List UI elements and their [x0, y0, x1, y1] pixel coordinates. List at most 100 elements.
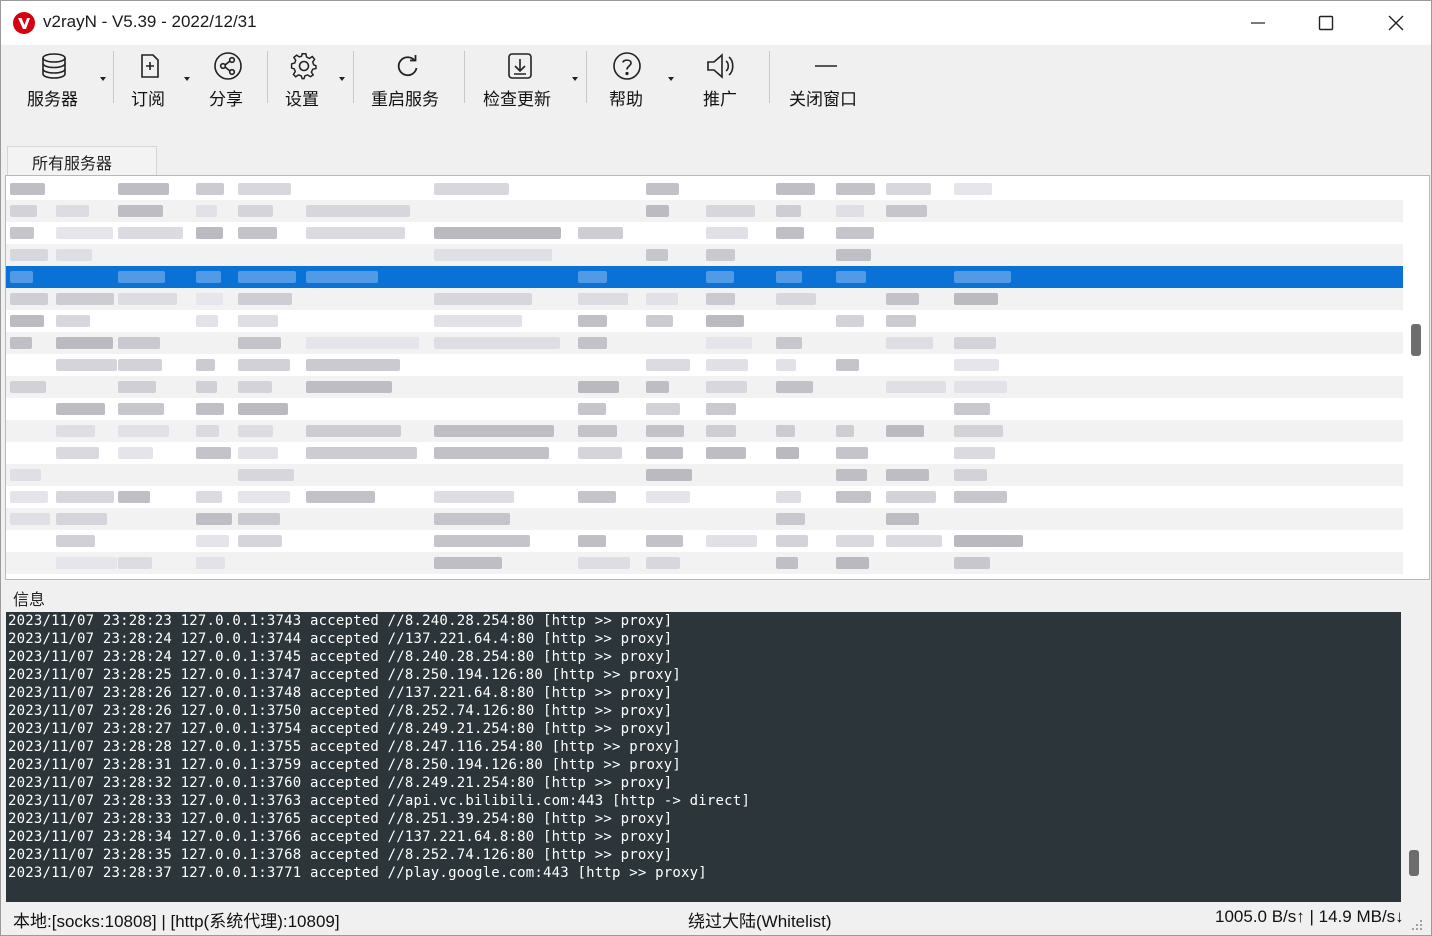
speaker-icon [707, 53, 734, 79]
obscured-cell [706, 205, 755, 217]
server-list[interactable] [5, 175, 1430, 580]
obscured-cell [886, 425, 924, 437]
obscured-cell [238, 315, 278, 327]
server-row[interactable] [6, 288, 1403, 310]
close-icon [1388, 15, 1404, 31]
obscured-cell [434, 315, 522, 327]
obscured-cell [776, 425, 795, 437]
promotion-label: 推广 [703, 90, 737, 110]
obscured-cell [238, 205, 273, 217]
obscured-cell [196, 271, 221, 283]
obscured-cell [836, 425, 854, 437]
obscured-cell [954, 469, 987, 481]
server-row[interactable] [6, 442, 1403, 464]
close-window-button[interactable]: 关闭窗口 [783, 49, 869, 111]
promotion-button[interactable]: 推广 [697, 49, 757, 111]
toolbar-separator [769, 51, 770, 103]
obscured-cell [56, 557, 117, 569]
log-line: 2023/11/07 23:28:33 127.0.0.1:3765 accep… [8, 811, 673, 827]
chevron-down-icon[interactable] [100, 77, 106, 81]
obscured-cell [238, 513, 280, 525]
obscured-cell [776, 271, 802, 283]
share-label: 分享 [209, 90, 243, 110]
obscured-cell [10, 293, 48, 305]
settings-button[interactable]: 设置 [279, 49, 349, 111]
toolbar-separator [464, 51, 465, 103]
chevron-down-icon[interactable] [339, 77, 345, 81]
log-line: 2023/11/07 23:28:24 127.0.0.1:3745 accep… [8, 649, 673, 665]
log-scrollbar-thumb[interactable] [1409, 850, 1419, 876]
restart-service-label: 重启服务 [371, 90, 439, 110]
obscured-cell [954, 557, 990, 569]
check-update-button[interactable]: 检查更新 [477, 49, 583, 111]
title-bar[interactable]: v2rayN - V5.39 - 2022/12/31 [1, 1, 1431, 45]
server-row[interactable] [6, 552, 1403, 574]
tab-all-servers[interactable]: 所有服务器 [7, 146, 157, 177]
obscured-cell [56, 293, 114, 305]
obscured-cell [306, 381, 392, 393]
server-row[interactable] [6, 200, 1403, 222]
server-row[interactable] [6, 178, 1403, 200]
chevron-down-icon[interactable] [572, 77, 578, 81]
server-row[interactable] [6, 464, 1403, 486]
obscured-cell [646, 249, 668, 261]
obscured-cell [118, 557, 152, 569]
server-row[interactable] [6, 376, 1403, 398]
restart-service-button[interactable]: 重启服务 [365, 49, 455, 111]
servers-button[interactable]: 服务器 [21, 49, 113, 111]
obscured-cell [836, 535, 874, 547]
obscured-cell [306, 447, 417, 459]
minimize-button[interactable] [1223, 1, 1293, 45]
server-row[interactable] [6, 508, 1403, 530]
obscured-cell [118, 425, 169, 437]
server-row[interactable] [6, 486, 1403, 508]
resize-grip-icon[interactable] [1411, 919, 1423, 931]
log-console[interactable]: 2023/11/07 23:28:23 127.0.0.1:3743 accep… [6, 612, 1401, 902]
close-button[interactable] [1361, 1, 1431, 45]
server-row[interactable] [6, 398, 1403, 420]
obscured-cell [776, 381, 813, 393]
subscribe-icon [141, 54, 159, 78]
server-list-scrollbar[interactable] [1411, 324, 1421, 356]
server-row[interactable] [6, 310, 1403, 332]
obscured-cell [836, 205, 864, 217]
obscured-cell [434, 425, 554, 437]
obscured-cell [836, 249, 871, 261]
subscribe-button[interactable]: 订阅 [125, 49, 195, 111]
chevron-down-icon[interactable] [184, 77, 190, 81]
obscured-cell [954, 381, 1007, 393]
obscured-cell [776, 337, 802, 349]
obscured-cell [10, 183, 45, 195]
obscured-cell [836, 271, 866, 283]
help-button[interactable]: 帮助 [603, 49, 679, 111]
server-row-selected[interactable] [6, 266, 1403, 288]
server-row[interactable] [6, 244, 1403, 266]
log-line: 2023/11/07 23:28:27 127.0.0.1:3754 accep… [8, 721, 673, 737]
obscured-cell [56, 227, 113, 239]
obscured-cell [434, 491, 514, 503]
server-row[interactable] [6, 332, 1403, 354]
obscured-cell [306, 271, 378, 283]
server-row[interactable] [6, 420, 1403, 442]
minus-icon [815, 65, 837, 67]
chevron-down-icon[interactable] [668, 77, 674, 81]
server-row[interactable] [6, 354, 1403, 376]
obscured-cell [954, 293, 998, 305]
obscured-cell [954, 447, 995, 459]
obscured-cell [238, 425, 273, 437]
obscured-cell [706, 381, 747, 393]
obscured-cell [646, 403, 680, 415]
obscured-cell [434, 293, 532, 305]
share-button[interactable]: 分享 [201, 49, 261, 111]
obscured-cell [954, 403, 990, 415]
obscured-cell [10, 205, 37, 217]
toolbar-separator [353, 51, 354, 103]
server-row[interactable] [6, 530, 1403, 552]
log-scrollbar[interactable] [1401, 612, 1428, 902]
obscured-cell [578, 293, 628, 305]
maximize-button[interactable] [1291, 1, 1361, 45]
obscured-cell [196, 315, 218, 327]
obscured-cell [238, 359, 290, 371]
server-row[interactable] [6, 222, 1403, 244]
obscured-cell [836, 447, 868, 459]
